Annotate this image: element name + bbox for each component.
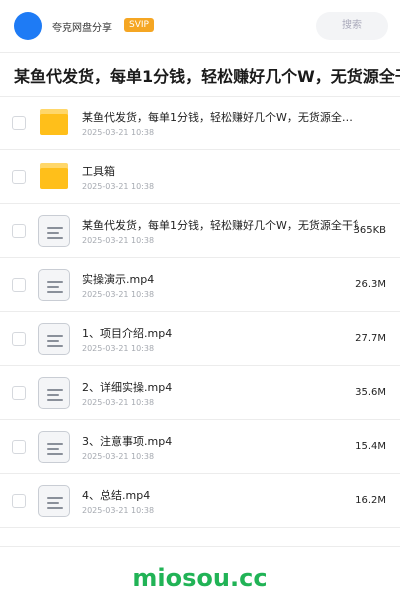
row-checkbox[interactable] <box>12 224 26 238</box>
row-checkbox[interactable] <box>12 170 26 184</box>
file-name: 3、注意事项.mp4 <box>82 435 173 448</box>
row-checkbox[interactable] <box>12 332 26 346</box>
document-icon <box>38 431 70 463</box>
file-row-intro[interactable]: 1、项目介绍.mp4 2025-03-21 10:38 27.7M <box>0 312 400 366</box>
user-name[interactable]: 夸克网盘分享 <box>52 19 112 34</box>
file-row-summary[interactable]: 4、总结.mp4 2025-03-21 10:38 16.2M <box>0 474 400 528</box>
row-checkbox[interactable] <box>12 278 26 292</box>
folder-icon <box>40 109 68 135</box>
document-icon <box>38 323 70 355</box>
file-date: 2025-03-21 10:38 <box>82 344 155 353</box>
watermark: miosou.cc <box>132 564 268 592</box>
share-title: 某鱼代发货，每单1分钱，轻松赚好几个W，无货源全干货教程 <box>14 67 400 86</box>
file-row-demo[interactable]: 实操演示.mp4 2025-03-21 10:38 26.3M <box>0 258 400 312</box>
header: 夸克网盘分享 SVIP 搜索 <box>0 0 400 52</box>
file-row-folder-main[interactable]: 某鱼代发货，每单1分钱，轻松赚好几个W，无货源全干货教程 2025-03-21 … <box>0 96 400 150</box>
file-name: 1、项目介绍.mp4 <box>82 327 173 340</box>
header-divider <box>0 52 400 53</box>
file-date: 2025-03-21 10:38 <box>82 398 155 407</box>
file-name: 工具箱 <box>82 165 115 178</box>
file-row-toolbox[interactable]: 工具箱 2025-03-21 10:38 <box>0 150 400 204</box>
row-checkbox[interactable] <box>12 494 26 508</box>
search-input[interactable]: 搜索 <box>316 12 388 40</box>
row-checkbox[interactable] <box>12 116 26 130</box>
file-row-doc[interactable]: 某鱼代发货，每单1分钱，轻松赚好几个W，无货源全干货教程 2025-03-21 … <box>0 204 400 258</box>
file-size: 26.3M <box>355 279 386 290</box>
row-checkbox[interactable] <box>12 386 26 400</box>
svip-badge: SVIP <box>124 18 154 32</box>
file-name: 某鱼代发货，每单1分钱，轻松赚好几个W，无货源全干货教程 <box>82 219 358 232</box>
file-name: 2、详细实操.mp4 <box>82 381 173 394</box>
file-size: 16.2M <box>355 495 386 506</box>
file-date: 2025-03-21 10:38 <box>82 236 155 245</box>
file-name: 实操演示.mp4 <box>82 273 155 286</box>
file-name: 某鱼代发货，每单1分钱，轻松赚好几个W，无货源全干货教程 <box>82 111 362 124</box>
row-checkbox[interactable] <box>12 440 26 454</box>
file-name: 4、总结.mp4 <box>82 489 151 502</box>
file-size: 365KB <box>353 225 386 236</box>
file-size: 27.7M <box>355 333 386 344</box>
document-icon <box>38 485 70 517</box>
avatar[interactable] <box>14 12 42 40</box>
folder-icon <box>40 163 68 189</box>
document-icon <box>38 377 70 409</box>
file-size: 15.4M <box>355 441 386 452</box>
file-list: 某鱼代发货，每单1分钱，轻松赚好几个W，无货源全干货教程 2025-03-21 … <box>0 96 400 528</box>
footer-divider <box>0 546 400 547</box>
file-date: 2025-03-21 10:38 <box>82 290 155 299</box>
file-row-detail[interactable]: 2、详细实操.mp4 2025-03-21 10:38 35.6M <box>0 366 400 420</box>
file-date: 2025-03-21 10:38 <box>82 452 155 461</box>
file-size: 35.6M <box>355 387 386 398</box>
file-date: 2025-03-21 10:38 <box>82 128 155 137</box>
file-row-notes[interactable]: 3、注意事项.mp4 2025-03-21 10:38 15.4M <box>0 420 400 474</box>
document-icon <box>38 269 70 301</box>
document-icon <box>38 215 70 247</box>
file-date: 2025-03-21 10:38 <box>82 182 155 191</box>
file-date: 2025-03-21 10:38 <box>82 506 155 515</box>
